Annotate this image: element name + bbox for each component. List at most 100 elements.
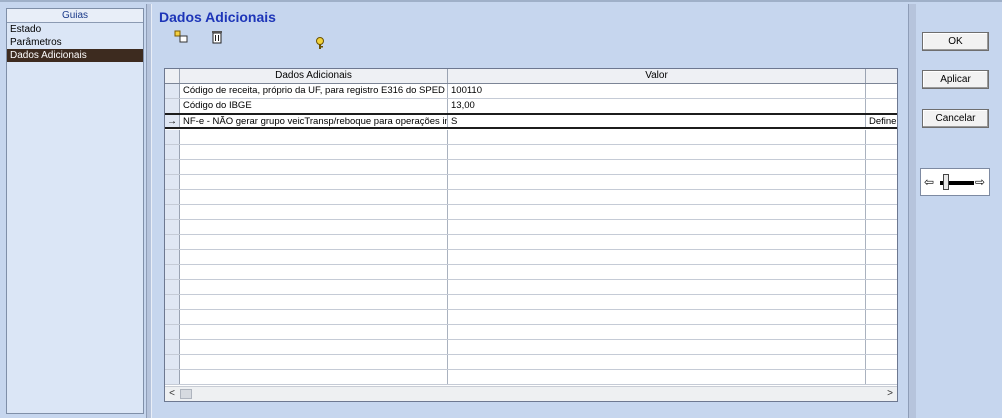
cell-empty[interactable] [866,355,897,369]
scroll-left-button[interactable]: < [165,387,179,401]
table-row-empty[interactable] [165,295,897,310]
cell-empty[interactable] [448,160,866,174]
table-row-empty[interactable] [165,160,897,175]
cell-empty[interactable] [866,325,897,339]
cell-empty[interactable] [866,190,897,204]
cell-empty[interactable] [180,250,448,264]
right-splitter[interactable] [908,4,916,418]
cell-empty[interactable] [448,130,866,144]
cell-empty[interactable] [180,355,448,369]
cell-empty[interactable] [180,130,448,144]
cell-empty[interactable] [180,190,448,204]
table-row-empty[interactable] [165,145,897,160]
table-row-empty[interactable] [165,250,897,265]
table-row-empty[interactable] [165,340,897,355]
cell-empty[interactable] [866,175,897,189]
cell-empty[interactable] [448,355,866,369]
table-row[interactable]: Código de receita, próprio da UF, para r… [165,84,897,99]
cell-empty[interactable] [448,310,866,324]
scroll-thumb[interactable] [180,389,192,399]
cell-empty[interactable] [866,235,897,249]
trash-icon[interactable] [210,30,224,44]
cell-empty[interactable] [866,220,897,234]
cell-value[interactable]: S [448,115,866,127]
cell-empty[interactable] [866,340,897,354]
scroll-right-button[interactable]: > [883,387,897,401]
cell-empty[interactable] [448,370,866,384]
cell-empty[interactable] [180,205,448,219]
table-row-empty[interactable] [165,280,897,295]
table-row-empty[interactable] [165,355,897,370]
cell-empty[interactable] [180,295,448,309]
tab-dados-adicionais[interactable]: Dados Adicionais [7,49,143,62]
arrow-right-icon[interactable]: ⇨ [975,175,985,189]
column-header-dados-adicionais[interactable]: Dados Adicionais [180,69,448,83]
cell-empty[interactable] [866,250,897,264]
cell-name[interactable]: Código de receita, próprio da UF, para r… [180,84,448,98]
cell-empty[interactable] [866,370,897,384]
cell-empty[interactable] [180,160,448,174]
cell-empty[interactable] [448,325,866,339]
cell-empty[interactable] [180,145,448,159]
cell-empty[interactable] [448,145,866,159]
tab-estado[interactable]: Estado [7,23,143,36]
cell-empty[interactable] [448,295,866,309]
cell-value[interactable]: 100110 [448,84,866,98]
cell-empty[interactable] [180,325,448,339]
cell-empty[interactable] [866,205,897,219]
cell-empty[interactable] [448,190,866,204]
table-row[interactable]: Código do IBGE 13,00 [165,99,897,114]
cell-empty[interactable] [448,205,866,219]
table-row-empty[interactable] [165,265,897,280]
tab-parametros[interactable]: Parâmetros [7,36,143,49]
cell-empty[interactable] [448,175,866,189]
table-row-empty[interactable] [165,220,897,235]
table-row-empty[interactable] [165,205,897,220]
horizontal-scrollbar[interactable]: < > [165,386,897,401]
cell-empty[interactable] [866,295,897,309]
table-row-empty[interactable] [165,325,897,340]
ok-button[interactable]: OK [922,32,989,51]
cell-extra[interactable] [866,84,897,98]
cell-empty[interactable] [448,250,866,264]
arrow-left-icon[interactable]: ⇦ [924,175,934,189]
cell-empty[interactable] [448,280,866,294]
cell-empty[interactable] [180,220,448,234]
cell-extra[interactable]: Define s [866,115,897,127]
cell-empty[interactable] [866,145,897,159]
cell-empty[interactable] [866,130,897,144]
column-header-valor[interactable]: Valor [448,69,866,83]
table-row-selected[interactable]: → NF-e - NÃO gerar grupo veicTransp/rebo… [165,113,897,129]
cell-name[interactable]: Código do IBGE [180,99,448,113]
cell-empty[interactable] [180,265,448,279]
zoom-handle[interactable] [942,174,949,190]
cell-empty[interactable] [866,160,897,174]
add-row-icon[interactable] [174,30,188,44]
cell-empty[interactable] [180,175,448,189]
column-header-extra[interactable] [866,69,897,83]
key-help-icon[interactable] [313,36,327,50]
cell-empty[interactable] [866,280,897,294]
table-row-empty[interactable] [165,190,897,205]
zoom-slider[interactable]: ⇦ ⇨ [920,168,990,196]
cell-empty[interactable] [866,265,897,279]
panel-splitter[interactable] [146,4,152,418]
cell-name[interactable]: NF-e - NÃO gerar grupo veicTransp/reboqu… [180,115,448,127]
cell-empty[interactable] [448,220,866,234]
apply-button[interactable]: Aplicar [922,70,989,89]
table-row-empty[interactable] [165,370,897,385]
cell-empty[interactable] [180,235,448,249]
cell-value[interactable]: 13,00 [448,99,866,113]
cancel-button[interactable]: Cancelar [922,109,989,128]
table-row-empty[interactable] [165,235,897,250]
table-row-empty[interactable] [165,175,897,190]
cell-empty[interactable] [180,280,448,294]
table-row-empty[interactable] [165,130,897,145]
cell-empty[interactable] [448,340,866,354]
cell-empty[interactable] [866,310,897,324]
cell-empty[interactable] [448,265,866,279]
cell-empty[interactable] [448,235,866,249]
cell-empty[interactable] [180,310,448,324]
cell-empty[interactable] [180,370,448,384]
cell-extra[interactable] [866,99,897,113]
